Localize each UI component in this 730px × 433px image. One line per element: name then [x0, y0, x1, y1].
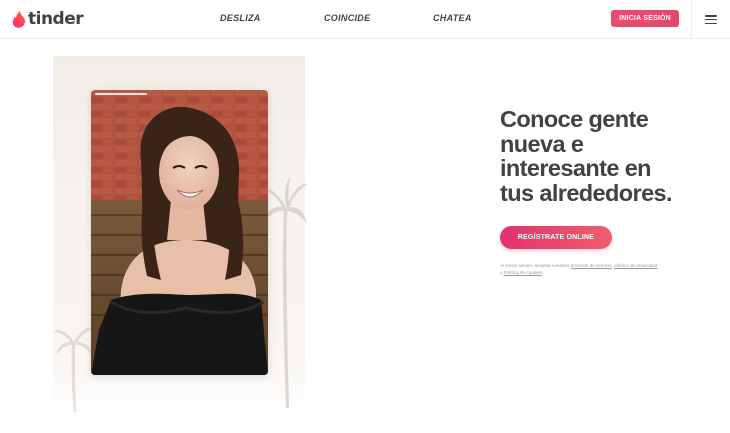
top-header: tinder DESLIZA COINCIDE CHATEA INICIA SE…	[0, 0, 730, 39]
legal-and-text: y	[500, 270, 503, 275]
nav-link-chatea[interactable]: CHATEA	[433, 13, 472, 23]
legal-comma: ,	[611, 263, 613, 268]
headline-line: nueva e	[500, 130, 584, 157]
menu-button[interactable]	[691, 0, 730, 39]
legal-disclaimer: Al iniciar sesión, aceptas nuestros térm…	[500, 262, 660, 276]
hamburger-menu-icon	[705, 15, 717, 24]
profile-photo	[91, 90, 268, 375]
palm-tree-left-illustration	[54, 327, 94, 412]
photo-progress-indicator	[95, 93, 147, 95]
headline-line: interesante en	[500, 155, 652, 181]
signup-button[interactable]: REGÍSTRATE ONLINE	[500, 226, 612, 249]
profile-photo-card[interactable]	[91, 90, 268, 375]
logo-wordmark: tinder	[28, 9, 84, 29]
tinder-logo[interactable]: tinder	[12, 9, 84, 29]
headline-line: Conoce gente	[500, 106, 649, 132]
privacy-policy-link[interactable]: política de privacidad	[614, 263, 657, 268]
legal-prefix-text: Al iniciar sesión, aceptas nuestros	[500, 263, 570, 268]
login-button[interactable]: INICIA SESIÓN	[611, 10, 679, 27]
nav-link-coincide[interactable]: COINCIDE	[324, 13, 370, 23]
terms-link[interactable]: términos de servicio	[571, 263, 612, 268]
legal-suffix: .	[541, 270, 544, 275]
flame-icon	[12, 10, 25, 28]
headline-line: tus alrededores.	[500, 179, 673, 206]
nav-link-desliza[interactable]: DESLIZA	[220, 13, 261, 23]
palm-tree-right-illustration	[262, 178, 308, 408]
cookies-policy-link[interactable]: Política de cookies	[504, 270, 542, 275]
hero-headline: Conoce gente nueva e interesante en tus …	[500, 107, 690, 205]
